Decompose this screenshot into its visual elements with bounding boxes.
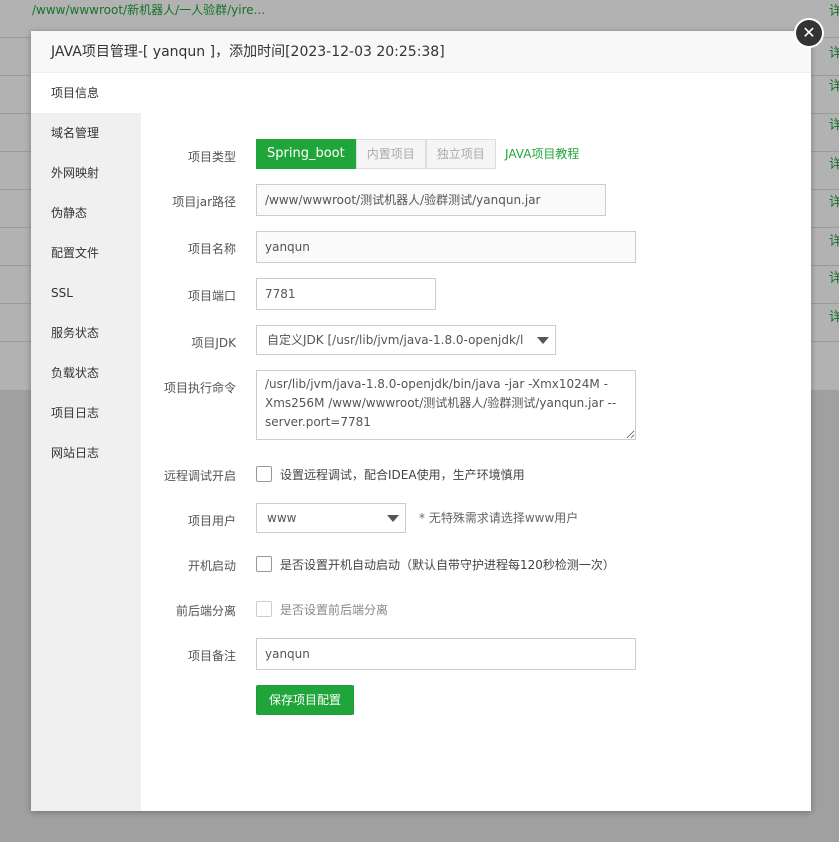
remote-debug-text: 设置远程调试，配合IDEA使用，生产环境慎用 <box>280 468 525 482</box>
java-tutorial-link[interactable]: JAVA项目教程 <box>505 145 579 162</box>
user-select-value: www <box>267 511 297 525</box>
user-select[interactable]: www <box>256 503 406 533</box>
sidebar-item-domain[interactable]: 域名管理 <box>31 113 141 153</box>
exec-command-label: 项目执行命令 <box>163 381 236 395</box>
jdk-select-value: 自定义JDK [/usr/lib/jvm/java-1.8.0-openjdk/… <box>267 333 524 347</box>
close-button[interactable]: ✕ <box>794 18 824 48</box>
project-remark-label: 项目备注 <box>187 649 236 663</box>
project-type-selector: Spring_boot 内置项目 独立项目 <box>256 139 496 169</box>
type-option-builtin[interactable]: 内置项目 <box>355 139 426 169</box>
java-project-dialog: JAVA项目管理-[ yanqun ]，添加时间[2023-12-03 20:2… <box>31 31 811 811</box>
sidebar-item-ssl[interactable]: SSL <box>31 273 141 313</box>
split-label: 前后端分离 <box>175 604 236 618</box>
sidebar-item-project-info[interactable]: 项目信息 <box>31 73 141 113</box>
sidebar-item-load-status[interactable]: 负载状态 <box>31 353 141 393</box>
chevron-down-icon <box>537 337 549 344</box>
type-option-spring-boot[interactable]: Spring_boot <box>256 139 356 169</box>
project-user-label: 项目用户 <box>187 514 236 528</box>
project-port-input[interactable]: 7781 <box>256 278 436 310</box>
dialog-sidebar: 项目信息 域名管理 外网映射 伪静态 配置文件 SSL 服务状态 负载状态 项目… <box>31 73 141 811</box>
jdk-select[interactable]: 自定义JDK [/usr/lib/jvm/java-1.8.0-openjdk/… <box>256 325 556 355</box>
close-icon: ✕ <box>796 20 822 46</box>
sidebar-item-rewrite[interactable]: 伪静态 <box>31 193 141 233</box>
split-checkbox[interactable] <box>256 601 272 617</box>
autostart-text: 是否设置开机自动启动（默认自带守护进程每120秒检测一次） <box>280 558 615 572</box>
project-type-label: 项目类型 <box>187 150 236 164</box>
sidebar-item-service-status[interactable]: 服务状态 <box>31 313 141 353</box>
save-config-button[interactable]: 保存项目配置 <box>256 685 355 715</box>
exec-command-textarea[interactable]: /usr/lib/jvm/java-1.8.0-openjdk/bin/java… <box>256 370 636 440</box>
sidebar-item-site-log[interactable]: 网站日志 <box>31 433 141 473</box>
type-option-standalone[interactable]: 独立项目 <box>425 139 496 169</box>
project-info-form: 项目类型 Spring_boot 内置项目 独立项目 JAVA项目教程 项目ja… <box>141 73 811 811</box>
remote-debug-label: 远程调试开启 <box>163 469 236 483</box>
user-hint: * 无特殊需求请选择www用户 <box>419 511 579 525</box>
chevron-down-icon <box>387 515 399 522</box>
autostart-checkbox[interactable] <box>256 556 272 572</box>
jar-path-label: 项目jar路径 <box>172 195 236 209</box>
remote-debug-checkbox[interactable] <box>256 466 272 482</box>
project-remark-input[interactable]: yanqun <box>256 638 636 670</box>
dialog-title: JAVA项目管理-[ yanqun ]，添加时间[2023-12-03 20:2… <box>31 31 811 73</box>
project-name-label: 项目名称 <box>187 242 236 256</box>
project-jdk-label: 项目JDK <box>191 336 236 350</box>
sidebar-item-project-log[interactable]: 项目日志 <box>31 393 141 433</box>
project-port-label: 项目端口 <box>187 289 236 303</box>
sidebar-item-config-file[interactable]: 配置文件 <box>31 233 141 273</box>
jar-path-input[interactable]: /www/wwwroot/测试机器人/验群测试/yanqun.jar <box>256 184 606 216</box>
split-text: 是否设置前后端分离 <box>280 603 389 617</box>
project-name-input[interactable]: yanqun <box>256 231 636 263</box>
autostart-label: 开机启动 <box>187 559 236 573</box>
sidebar-item-external-mapping[interactable]: 外网映射 <box>31 153 141 193</box>
